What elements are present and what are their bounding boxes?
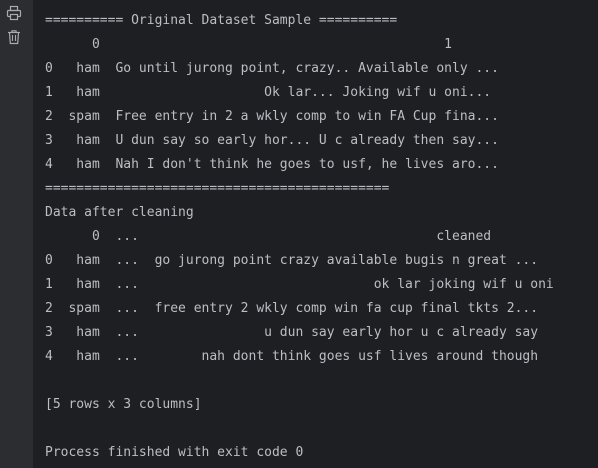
console-line-cleaned-header: Data after cleaning — [45, 205, 194, 220]
console-line-separator: ========================================… — [45, 181, 390, 196]
console-line-shape-summary: [5 rows x 3 columns] — [45, 397, 202, 412]
console-line-original-row-2: 2 spam Free entry in 2 a wkly comp to wi… — [45, 109, 499, 124]
console-line-original-row-3: 3 ham U dun say so early hor... U c alre… — [45, 133, 499, 148]
console-output[interactable]: ========== Original Dataset Sample =====… — [33, 0, 598, 468]
trash-icon[interactable] — [6, 29, 22, 45]
console-line-cleaned-row-2: 2 spam ... free entry 2 wkly comp win fa… — [45, 301, 539, 316]
console-line-original-columns: 0 1 — [45, 37, 452, 52]
console-line-cleaned-row-4: 4 ham ... nah dont think goes usf lives … — [45, 349, 539, 364]
console-line-exit-status: Process finished with exit code 0 — [45, 445, 304, 460]
console-line-original-row-1: 1 ham Ok lar... Joking wif u oni... — [45, 85, 492, 100]
console-line-cleaned-row-1: 1 ham ... ok lar joking wif u oni — [45, 277, 554, 292]
console-line-cleaned-row-3: 3 ham ... u dun say early hor u c alread… — [45, 325, 539, 340]
console-toolbar — [0, 0, 33, 468]
console-line-cleaned-row-0: 0 ham ... go jurong point crazy availabl… — [45, 253, 539, 268]
printer-icon[interactable] — [6, 5, 22, 21]
console-line-cleaned-columns: 0 ... cleaned — [45, 229, 492, 244]
console-line-original-row-4: 4 ham Nah I don't think he goes to usf, … — [45, 157, 499, 172]
console-lines: ========== Original Dataset Sample =====… — [45, 9, 554, 465]
console-line-original-header: ========== Original Dataset Sample =====… — [45, 13, 398, 28]
console-line-original-row-0: 0 ham Go until jurong point, crazy.. Ava… — [45, 61, 499, 76]
